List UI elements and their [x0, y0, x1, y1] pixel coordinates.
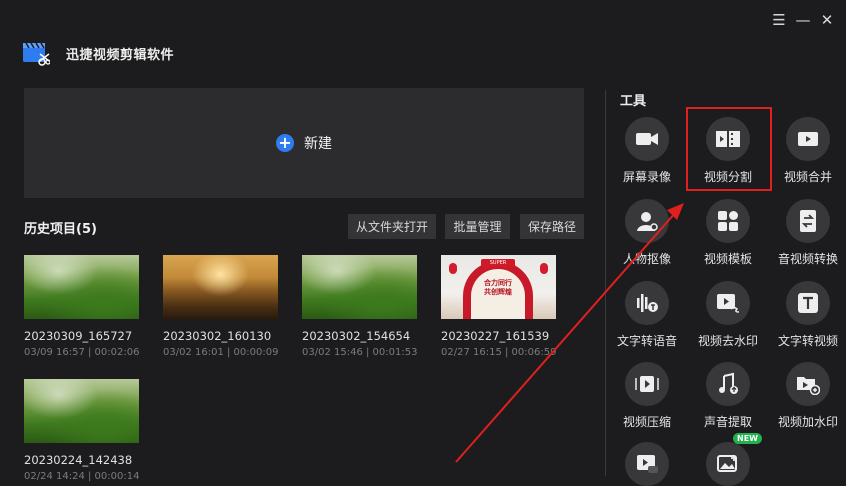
tool-label: 视频合并 [783, 170, 832, 184]
minimize-icon[interactable]: — [793, 10, 813, 30]
tool-remove-watermark[interactable]: 视频去水印 [688, 281, 768, 349]
gif-icon [637, 455, 658, 473]
history-title: 历史项目(5) [24, 222, 97, 237]
tool-label: 视频加水印 [777, 415, 838, 429]
tool-label: 屏幕录像 [622, 170, 671, 184]
app-title: 迅捷视频剪辑软件 [66, 48, 175, 63]
project-meta: 02/27 16:15 | 00:06:59 [441, 347, 557, 358]
save-path-button[interactable]: 保存路径 [520, 214, 584, 239]
plus-icon: + [276, 134, 294, 152]
project-meta: 02/24 14:24 | 00:00:14 [24, 471, 140, 482]
project-meta: 03/02 16:01 | 00:00:09 [163, 347, 279, 358]
remove-watermark-icon [717, 294, 740, 313]
project-name: 20230302_154654 [302, 329, 411, 343]
new-badge: NEW [733, 433, 762, 444]
poster-text: 合力同行 共创辉煌 [484, 279, 512, 296]
project-card[interactable]: 20230302_154654 03/02 15:46 | 00:01:53 [302, 255, 417, 358]
video-merge-icon [798, 132, 818, 146]
project-card[interactable]: SUPER 合力同行 共创辉煌 20230227_161539 02/27 16… [441, 255, 556, 358]
tool-video-merge[interactable]: 视频合并 [768, 117, 846, 185]
tool-text-to-speech[interactable]: 文字转语音 [607, 281, 687, 349]
tool-label: 视频压缩 [622, 415, 671, 429]
project-meta: 03/02 15:46 | 00:01:53 [302, 347, 418, 358]
project-card[interactable]: 20230309_165727 03/09 16:57 | 00:02:06 [24, 255, 139, 358]
image-new-icon [717, 455, 737, 472]
tool-video-template[interactable]: 视频模板 [688, 199, 768, 267]
tools-title: 工具 [620, 94, 647, 109]
menu-icon[interactable]: ☰ [769, 10, 789, 30]
camera-icon [636, 133, 658, 145]
person-cutout-icon [637, 212, 658, 231]
panel-divider [605, 90, 606, 476]
tool-image-new[interactable]: NEW [688, 433, 768, 486]
tool-text-to-video[interactable]: 文字转视频 [768, 281, 846, 349]
tool-label: 文字转视频 [777, 334, 838, 348]
clapperboard-scissors-icon [23, 42, 50, 66]
close-icon[interactable]: ✕ [817, 10, 837, 30]
tool-label: 视频去水印 [697, 334, 758, 348]
project-thumbnail [24, 255, 139, 319]
tool-label: 视频模板 [703, 252, 752, 266]
project-name: 20230227_161539 [441, 329, 550, 343]
project-name: 20230302_160130 [163, 329, 272, 343]
poster-tag: SUPER [481, 259, 515, 267]
project-thumbnail [24, 379, 139, 443]
template-icon [718, 211, 738, 231]
tool-audio-extract[interactable]: 声音提取 [688, 362, 768, 430]
project-thumbnail [302, 255, 417, 319]
tool-label: 文字转语音 [616, 334, 677, 348]
tool-label: 声音提取 [703, 415, 752, 429]
text-to-video-icon [798, 293, 818, 313]
tool-label: 人物抠像 [622, 252, 671, 266]
highlight-box [686, 107, 772, 191]
add-watermark-icon [797, 377, 820, 395]
project-name: 20230309_165727 [24, 329, 133, 343]
open-from-folder-button[interactable]: 从文件夹打开 [348, 214, 436, 239]
new-project-button[interactable]: + 新建 [24, 88, 584, 198]
tool-gif[interactable] [607, 442, 687, 486]
project-card[interactable]: 20230302_160130 03/02 16:01 | 00:00:09 [163, 255, 278, 358]
text-to-speech-icon [637, 294, 658, 312]
project-thumbnail: SUPER 合力同行 共创辉煌 [441, 255, 556, 319]
tool-add-watermark[interactable]: 视频加水印 [768, 362, 846, 430]
tool-label: 音视频转换 [777, 252, 838, 266]
compress-icon [635, 376, 659, 392]
convert-icon [800, 210, 816, 232]
tool-video-compress[interactable]: 视频压缩 [607, 362, 687, 430]
project-thumbnail [163, 255, 278, 319]
tool-av-convert[interactable]: 音视频转换 [768, 199, 846, 267]
project-card[interactable]: 20230224_142438 02/24 14:24 | 00:00:14 [24, 379, 139, 482]
tool-screen-record[interactable]: 屏幕录像 [607, 117, 687, 185]
project-name: 20230224_142438 [24, 453, 133, 467]
project-meta: 03/09 16:57 | 00:02:06 [24, 347, 140, 358]
tool-person-cutout[interactable]: 人物抠像 [607, 199, 687, 267]
new-project-label: 新建 [304, 136, 332, 152]
batch-manage-button[interactable]: 批量管理 [445, 214, 510, 239]
audio-extract-icon [719, 372, 738, 394]
